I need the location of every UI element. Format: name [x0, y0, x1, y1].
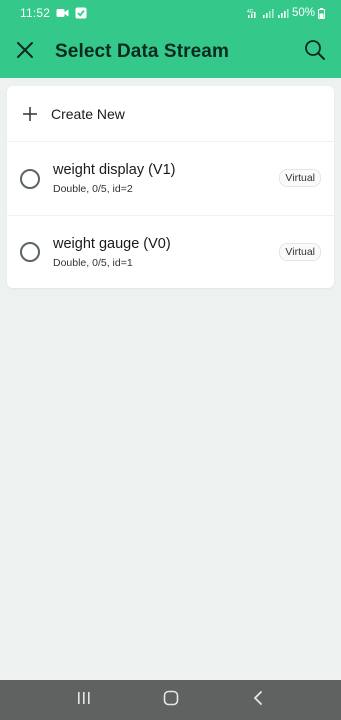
battery-icon: [318, 7, 325, 19]
datastream-list-card: Create New weight display (V1) Double, 0…: [7, 86, 334, 288]
wifi-signal-icon: 4G: [247, 8, 259, 19]
status-right: 4G 50%: [247, 7, 325, 19]
battery-percent: 50%: [291, 7, 315, 19]
datastream-text: weight gauge (V0) Double, 0/5, id=1: [53, 236, 171, 269]
recent-apps-icon: [76, 691, 92, 710]
back-icon: [252, 690, 264, 711]
system-nav-bar: [0, 680, 341, 720]
datastream-name: weight gauge (V0): [53, 235, 171, 252]
create-new-label: Create New: [51, 105, 125, 122]
create-new-button[interactable]: Create New: [7, 86, 334, 142]
search-button[interactable]: [301, 38, 329, 66]
datastream-meta: Double, 0/5, id=1: [53, 256, 133, 269]
datastream-item[interactable]: weight gauge (V0) Double, 0/5, id=1 Virt…: [7, 215, 334, 288]
radio-button[interactable]: [20, 168, 40, 189]
close-button[interactable]: [11, 38, 39, 66]
page-title: Select Data Stream: [55, 41, 229, 62]
check-square-icon: [75, 7, 87, 19]
datastream-text: weight display (V1) Double, 0/5, id=2: [53, 162, 176, 195]
virtual-badge: Virtual: [279, 243, 321, 261]
app-bar: Select Data Stream: [0, 26, 341, 78]
video-call-icon: [56, 8, 69, 18]
close-icon: [15, 40, 35, 65]
cellular-signal-icon: [277, 8, 289, 19]
radio-button[interactable]: [20, 242, 40, 262]
status-left: 11:52: [20, 6, 87, 20]
screen: 11:52 4G 50% Select Data Stream Create N…: [0, 0, 341, 720]
datastream-meta: Double, 0/5, id=2: [53, 183, 133, 195]
datastream-name: weight display (V1): [53, 162, 176, 178]
plus-icon: [21, 105, 39, 123]
back-button[interactable]: [243, 685, 273, 715]
search-icon: [304, 39, 326, 66]
status-bar: 11:52 4G 50%: [0, 0, 341, 26]
recent-apps-button[interactable]: [69, 685, 99, 715]
cellular-signal-icon: [262, 8, 274, 19]
status-time: 11:52: [20, 6, 51, 20]
home-icon: [163, 690, 179, 711]
home-button[interactable]: [156, 685, 186, 715]
virtual-badge: Virtual: [279, 169, 321, 187]
datastream-item[interactable]: weight display (V1) Double, 0/5, id=2 Vi…: [7, 142, 334, 215]
svg-text:4G: 4G: [247, 9, 254, 15]
